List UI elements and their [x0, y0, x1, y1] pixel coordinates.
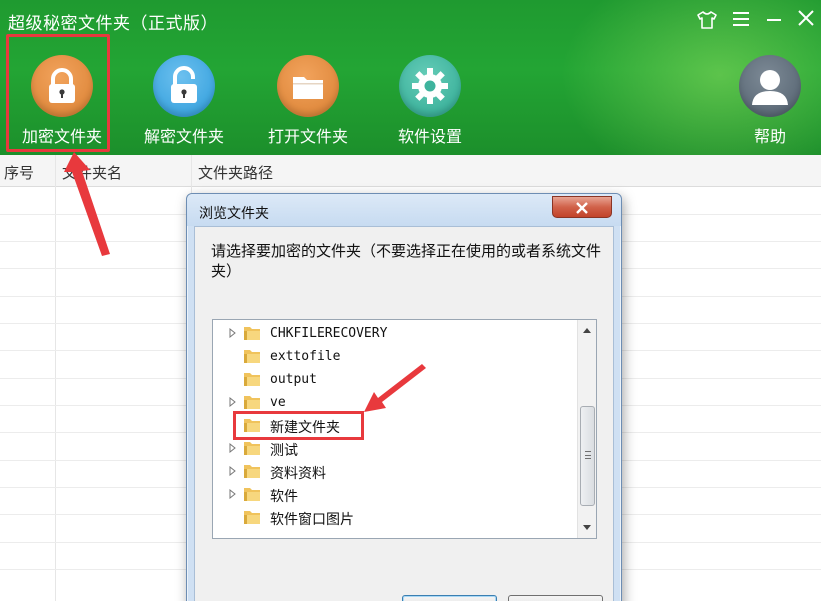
column-header-folder-path[interactable]: 文件夹路径 — [198, 162, 273, 183]
tree-item-label: 新建文件夹 — [270, 420, 340, 436]
menu-icon[interactable] — [728, 8, 754, 34]
help-button[interactable]: 帮助 — [710, 55, 821, 151]
tree-item-ve[interactable]: ve — [213, 391, 573, 414]
app-header: 超级秘密文件夹（正式版） 加密文件夹 解密文件夹 打开文件夹 软件设置 帮助 — [0, 0, 821, 155]
folder-icon — [244, 373, 260, 386]
tree-item-chkfilerecovery[interactable]: CHKFILERECOVERY — [213, 322, 573, 345]
folder-icon — [244, 465, 260, 478]
browse-folder-dialog: 浏览文件夹 请选择要加密的文件夹（不要选择正在使用的或者系统文件夹） CHKFI… — [186, 193, 622, 601]
decrypt-folder-button[interactable]: 解密文件夹 — [124, 55, 244, 151]
lock-closed-icon — [31, 55, 93, 117]
gear-icon — [399, 55, 461, 117]
decrypt-folder-label: 解密文件夹 — [143, 127, 224, 146]
lock-open-icon — [153, 55, 215, 117]
tree-item-label: CHKFILERECOVERY — [270, 326, 388, 341]
folder-tree[interactable]: CHKFILERECOVERY exttofile output ve 新建文件… — [212, 319, 597, 539]
expand-arrow-icon[interactable] — [227, 328, 237, 338]
tree-item-label: output — [270, 372, 317, 387]
folder-icon — [244, 396, 260, 409]
ok-button[interactable]: 确定 — [402, 595, 497, 601]
tree-item-output[interactable]: output — [213, 368, 573, 391]
folder-icon — [244, 488, 260, 501]
scroll-down-arrow-icon[interactable] — [578, 518, 596, 536]
expand-arrow-icon[interactable] — [227, 466, 237, 476]
dialog-prompt: 请选择要加密的文件夹（不要选择正在使用的或者系统文件夹） — [211, 242, 602, 280]
cancel-button[interactable]: 取消 — [508, 595, 603, 601]
encrypt-folder-button[interactable]: 加密文件夹 — [2, 55, 122, 151]
dialog-title: 浏览文件夹 — [199, 206, 269, 222]
help-label: 帮助 — [753, 127, 786, 146]
close-icon — [576, 202, 588, 214]
dialog-body: 请选择要加密的文件夹（不要选择正在使用的或者系统文件夹） CHKFILERECO… — [194, 226, 614, 601]
folder-icon — [244, 419, 260, 432]
folder-icon — [244, 327, 260, 340]
folder-icon — [244, 511, 260, 524]
tree-item-label: 软件窗口图片 — [270, 512, 354, 528]
close-icon[interactable] — [793, 8, 819, 34]
dialog-close-button[interactable] — [552, 196, 612, 218]
tree-item-software[interactable]: 软件 — [213, 483, 573, 506]
settings-button[interactable]: 软件设置 — [370, 55, 490, 151]
tree-item-new-folder[interactable]: 新建文件夹 — [213, 414, 573, 437]
tree-item-test[interactable]: 测试 — [213, 437, 573, 460]
folder-icon — [244, 442, 260, 455]
settings-label: 软件设置 — [397, 127, 462, 146]
tree-scrollbar[interactable] — [577, 320, 596, 538]
minimize-icon[interactable] — [761, 8, 787, 34]
folder-icon — [277, 55, 339, 117]
skin-shirt-icon[interactable] — [694, 8, 720, 34]
folder-table-header: 序号 文件夹名 文件夹路径 — [0, 155, 821, 187]
tree-item-label: 测试 — [270, 443, 298, 459]
tree-item-exttofile[interactable]: exttofile — [213, 345, 573, 368]
scroll-up-arrow-icon[interactable] — [578, 322, 596, 340]
encrypt-folder-label: 加密文件夹 — [21, 127, 102, 146]
user-avatar-icon — [739, 55, 801, 117]
column-header-index[interactable]: 序号 — [4, 162, 34, 183]
tree-item-label: 资料资料 — [270, 466, 326, 482]
tree-item-label: exttofile — [270, 349, 341, 364]
scrollbar-thumb[interactable] — [580, 406, 595, 506]
column-header-folder-name[interactable]: 文件夹名 — [62, 162, 122, 183]
tree-item-label: ve — [270, 395, 286, 410]
app-title: 超级秘密文件夹（正式版） — [8, 14, 218, 34]
expand-arrow-icon[interactable] — [227, 443, 237, 453]
tree-item-software-screenshots[interactable]: 软件窗口图片 — [213, 506, 573, 529]
folder-icon — [244, 350, 260, 363]
expand-arrow-icon[interactable] — [227, 489, 237, 499]
dialog-titlebar[interactable]: 浏览文件夹 — [187, 194, 621, 226]
tree-item-materials[interactable]: 资料资料 — [213, 460, 573, 483]
expand-arrow-icon[interactable] — [227, 397, 237, 407]
tree-item-label: 软件 — [270, 489, 298, 505]
open-folder-button[interactable]: 打开文件夹 — [248, 55, 368, 151]
open-folder-label: 打开文件夹 — [267, 127, 348, 146]
